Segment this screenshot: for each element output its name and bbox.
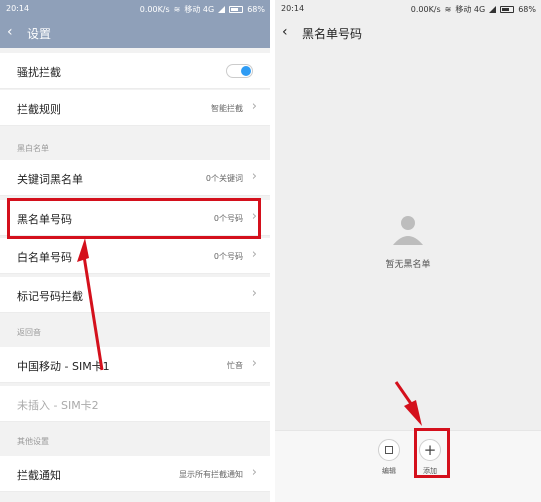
row-sim1[interactable]: 中国移动 - SIM卡1 忙音 › — [0, 347, 270, 383]
arrow-shaft — [82, 255, 104, 371]
row-label: 标记号码拦截 — [17, 290, 83, 303]
chevron-right-icon: › — [251, 169, 257, 184]
chevron-right-icon: › — [251, 99, 257, 114]
row-whitelist-numbers[interactable]: 白名单号码 0个号码 › — [0, 238, 270, 274]
row-value: 0个关键词 — [205, 174, 243, 183]
row-marked-number-block[interactable]: 标记号码拦截 › — [0, 277, 270, 313]
section-blacklist-whitelist: 黑白名单 — [0, 135, 270, 157]
row-keyword-blacklist[interactable]: 关键词黑名单 0个关键词 › — [0, 160, 270, 196]
status-time: 20:14 — [6, 4, 30, 13]
chevron-right-icon: › — [251, 465, 257, 480]
highlight-box-add — [414, 428, 450, 478]
row-value: 智能拦截 — [211, 104, 243, 113]
back-icon[interactable]: ‹ — [7, 24, 13, 40]
chevron-right-icon: › — [251, 286, 257, 301]
arrow-head — [404, 400, 422, 426]
empty-state-text: 暂无黑名单 — [385, 260, 431, 270]
row-sim2: 未插入 - SIM卡2 — [0, 386, 270, 422]
pointer-arrow-icon — [77, 238, 104, 371]
carrier-label: 移动 4G — [184, 5, 215, 14]
edit-label: 编辑 — [382, 467, 396, 475]
section-label: 黑白名单 — [17, 144, 49, 153]
wifi-icon: ≋ — [173, 5, 181, 14]
edit-button[interactable]: 编辑 — [373, 439, 405, 476]
empty-contact-icon — [393, 216, 423, 245]
title-bar: ‹ 黑名单号码 — [275, 18, 541, 48]
row-label: 拦截通知 — [17, 469, 61, 482]
harassment-toggle[interactable] — [226, 64, 253, 78]
chevron-right-icon: › — [251, 247, 257, 262]
bottom-action-bar: 编辑 + 添加 — [275, 430, 541, 502]
row-block-notification[interactable]: 拦截通知 显示所有拦截通知 › — [0, 456, 270, 492]
status-bar: 20:14 0.00K/s ≋ 移动 4G 68% — [0, 0, 270, 18]
row-label: 关键词黑名单 — [17, 173, 83, 186]
section-label: 其他设置 — [17, 437, 49, 446]
pointer-arrow-icon — [394, 381, 422, 426]
network-speed: 0.00K/s — [410, 5, 441, 14]
network-speed: 0.00K/s — [139, 5, 170, 14]
battery-percent: 68% — [247, 5, 265, 14]
row-label: 骚扰拦截 — [17, 66, 61, 79]
status-bar: 20:14 0.00K/s ≋ 移动 4G 68% — [275, 0, 541, 18]
edit-icon — [378, 439, 400, 461]
title-bar: ‹ 设置 — [0, 18, 270, 48]
row-block-rules[interactable]: 拦截规则 智能拦截 › — [0, 90, 270, 126]
row-value: 0个号码 — [213, 252, 243, 261]
section-label: 返回音 — [17, 328, 41, 337]
battery-icon — [500, 6, 515, 13]
row-label: 未插入 - SIM卡2 — [17, 399, 99, 412]
row-label: 拦截规则 — [17, 103, 61, 116]
highlight-box-blacklist — [7, 198, 261, 239]
section-other-settings: 其他设置 — [0, 428, 270, 450]
row-harassment-block[interactable]: 骚扰拦截 — [0, 53, 270, 89]
battery-percent: 68% — [518, 5, 536, 14]
back-icon[interactable]: ‹ — [282, 24, 288, 40]
arrow-shaft — [394, 381, 416, 409]
row-value: 显示所有拦截通知 — [179, 470, 243, 479]
signal-icon — [218, 6, 226, 13]
row-label: 白名单号码 — [17, 251, 72, 264]
page-title: 设置 — [27, 27, 52, 41]
status-time: 20:14 — [281, 4, 305, 13]
signal-icon — [489, 6, 497, 13]
settings-screen: 20:14 0.00K/s ≋ 移动 4G 68% ‹ 设置 骚扰拦截 拦截规则… — [0, 0, 270, 502]
carrier-label: 移动 4G — [455, 5, 486, 14]
section-return-tone: 返回音 — [0, 319, 270, 341]
battery-icon — [229, 6, 244, 13]
row-value: 忙音 — [227, 361, 243, 370]
wifi-icon: ≋ — [444, 5, 452, 14]
page-title: 黑名单号码 — [302, 27, 363, 41]
toggle-knob — [241, 66, 251, 76]
chevron-right-icon: › — [251, 356, 257, 371]
